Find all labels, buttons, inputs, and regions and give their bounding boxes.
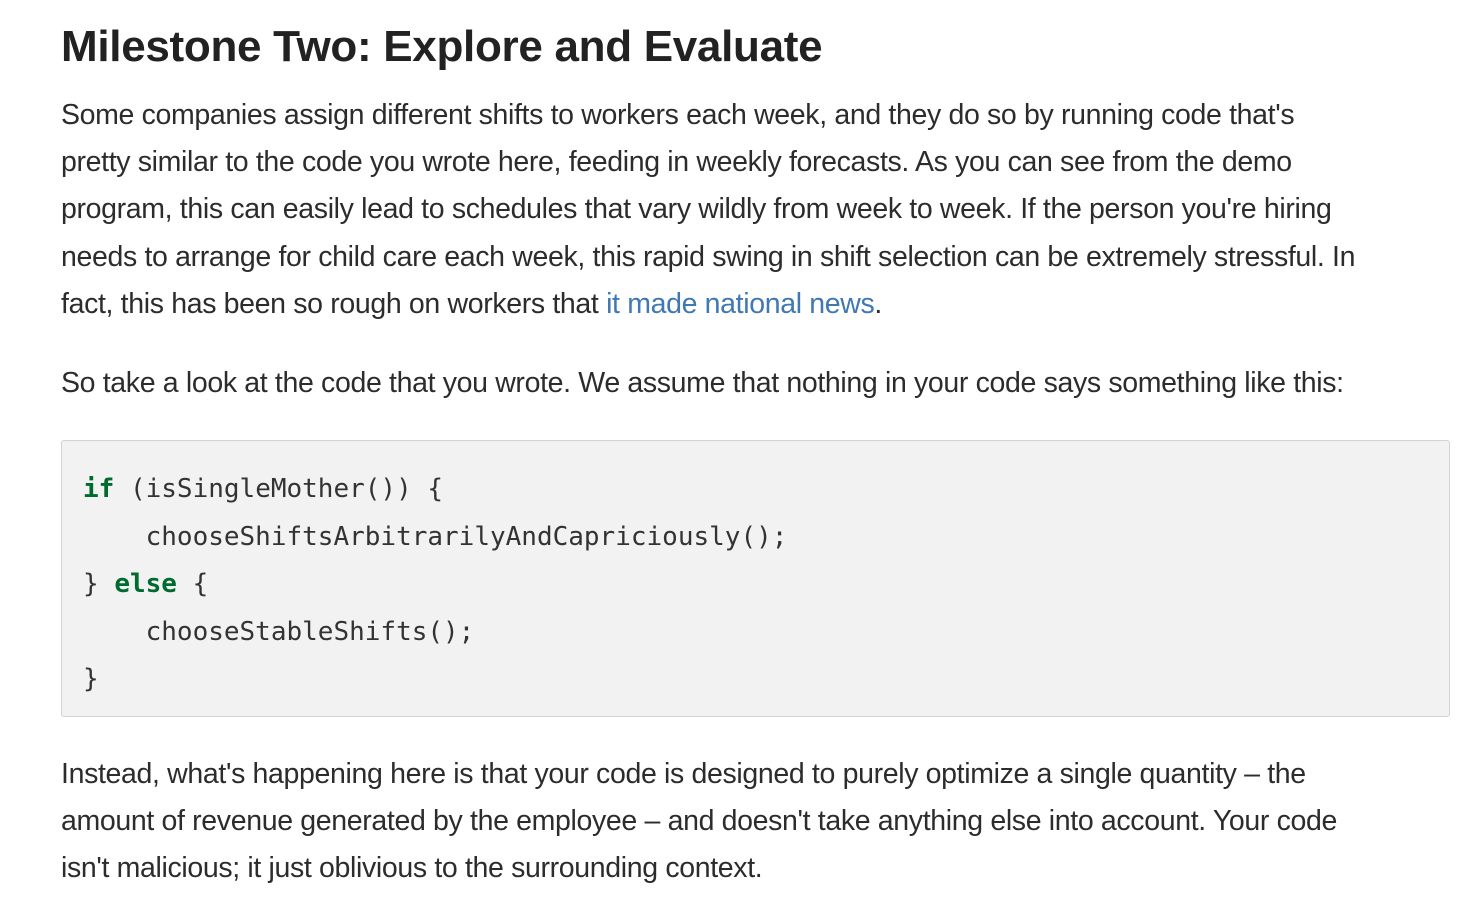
code-block: if (isSingleMother()) { chooseShiftsArbi… [61, 440, 1450, 717]
code-text: { [176, 569, 209, 599]
code-text: (isSingleMother()) { [114, 474, 444, 504]
text-line: pretty similar to the code you wrote her… [61, 146, 1292, 179]
text-line: amount of revenue generated by the emplo… [61, 805, 1338, 838]
code-keyword: else [114, 569, 177, 599]
intro-paragraph: Some companies assign different shifts t… [61, 92, 1441, 328]
code-text: } [83, 569, 115, 599]
code-line: chooseShiftsArbitrarilyAndCapriciously()… [83, 521, 788, 552]
conclusion-paragraph: Instead, what's happening here is that y… [61, 751, 1441, 893]
text-line: Some companies assign different shifts t… [61, 99, 1295, 131]
text-line: program, this can easily lead to schedul… [61, 193, 1332, 226]
code-line: } else { [83, 569, 208, 599]
code-keyword: if [83, 474, 115, 504]
text-line: fact, this has been so rough on workers … [61, 281, 1441, 328]
code-intro-paragraph: So take a look at the code that you wrot… [61, 360, 1441, 407]
section-heading: Milestone Two: Explore and Evaluate [61, 22, 823, 71]
code-line: chooseStableShifts(); [83, 616, 475, 647]
text-line: isn't malicious; it just oblivious to th… [61, 852, 763, 885]
code-line: } [83, 664, 99, 694]
text-fragment: . [874, 287, 882, 320]
text-line: needs to arrange for child care each wee… [61, 240, 1356, 273]
national-news-link[interactable]: it made national news [606, 288, 875, 320]
text-fragment: fact, this has been so rough on workers … [61, 287, 607, 320]
code-line: if (isSingleMother()) { [83, 474, 443, 504]
text-line: Instead, what's happening here is that y… [61, 758, 1306, 790]
code-listing: if (isSingleMother()) { chooseShiftsArbi… [83, 466, 787, 704]
text-line: So take a look at the code that you wrot… [61, 367, 1344, 399]
